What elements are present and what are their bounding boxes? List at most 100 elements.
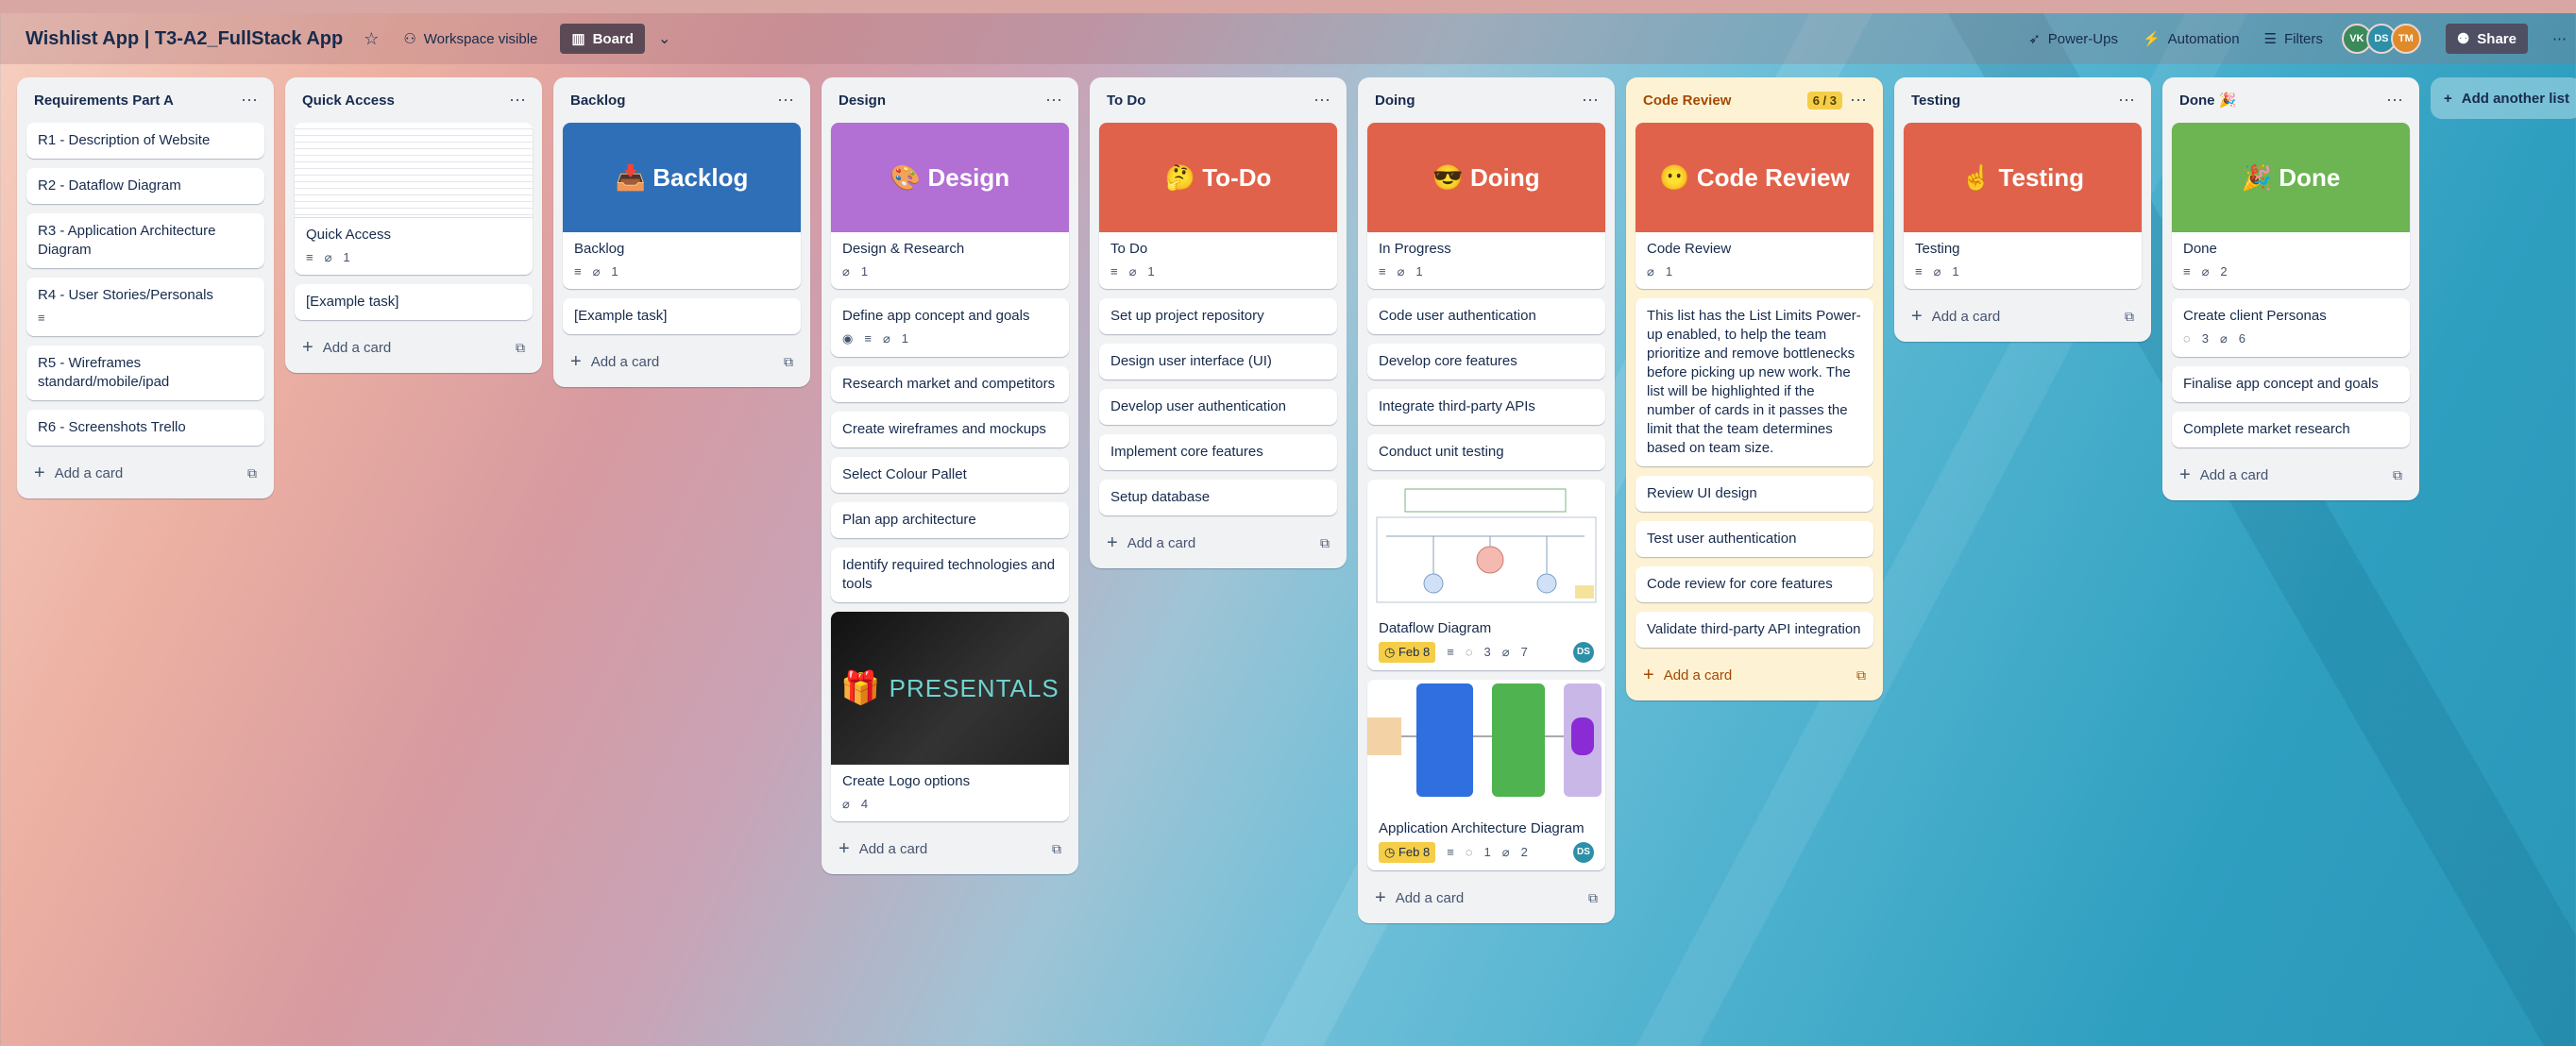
card-member-avatar[interactable]: DS (1573, 842, 1594, 863)
card[interactable]: Conduct unit testing (1367, 434, 1605, 470)
avatar[interactable]: TM (2390, 24, 2421, 54)
card[interactable]: [Example task] (295, 284, 533, 320)
power-ups-button[interactable]: ➶ Power-Ups (2028, 30, 2118, 48)
card[interactable]: 🤔 To-Do To Do ≡ ⌀ 1 (1099, 123, 1337, 289)
card[interactable]: This list has the List Limits Power-up e… (1635, 298, 1873, 466)
list-menu-icon[interactable]: ⋯ (2118, 91, 2136, 110)
card[interactable]: Application Architecture Diagram ◷ Feb 8… (1367, 680, 1605, 870)
card[interactable]: Implement core features (1099, 434, 1337, 470)
card[interactable]: R3 - Application Architecture Diagram (26, 213, 264, 268)
card[interactable]: R4 - User Stories/Personals ≡ (26, 278, 264, 336)
list-menu-icon[interactable]: ⋯ (1850, 91, 1868, 110)
card[interactable]: R5 - Wireframes standard/mobile/ipad (26, 346, 264, 400)
card[interactable]: Validate third-party API integration (1635, 612, 1873, 648)
due-date-badge[interactable]: ◷ Feb 8 (1379, 842, 1436, 863)
list-menu-icon[interactable]: ⋯ (2386, 91, 2404, 110)
add-card-button[interactable]: + Add a card (1643, 665, 1732, 686)
add-card-button[interactable]: + Add a card (2179, 464, 2268, 486)
add-card-button[interactable]: + Add a card (34, 463, 123, 484)
card[interactable]: Create wireframes and mockups (831, 412, 1069, 447)
template-icon[interactable]: ⧉ (247, 465, 257, 481)
add-card-button[interactable]: + Add a card (570, 351, 659, 373)
card[interactable]: 🎨 Design Design & Research ⌀ 1 (831, 123, 1069, 289)
list-title[interactable]: Requirements Part A (34, 93, 174, 109)
template-icon[interactable]: ⧉ (1856, 667, 1866, 683)
board-title[interactable]: Wishlist App | T3-A2_FullStack App (25, 28, 343, 50)
chevron-down-icon[interactable]: ⌄ (658, 29, 670, 48)
list-title[interactable]: Quick Access (302, 93, 395, 109)
card[interactable]: 🎁 PRESENTALS Create Logo options ⌀ 4 (831, 612, 1069, 821)
card[interactable]: Identify required technologies and tools (831, 548, 1069, 602)
card[interactable]: Define app concept and goals ◉ ≡ ⌀ 1 (831, 298, 1069, 357)
card[interactable]: R2 - Dataflow Diagram (26, 168, 264, 204)
card[interactable]: Develop user authentication (1099, 389, 1337, 425)
card[interactable]: Select Colour Pallet (831, 457, 1069, 493)
card[interactable]: Research market and competitors (831, 366, 1069, 402)
template-icon[interactable]: ⧉ (2393, 467, 2402, 483)
card[interactable]: [Example task] (563, 298, 801, 334)
card-title: Quick Access (306, 227, 392, 243)
card[interactable]: Complete market research (2172, 412, 2410, 447)
list-menu-icon[interactable]: ⋯ (241, 91, 259, 110)
list-menu-icon[interactable]: ⋯ (1313, 91, 1331, 110)
card[interactable]: Quick Access ≡ ⌀ 1 (295, 123, 533, 275)
add-card-button[interactable]: + Add a card (1911, 306, 2000, 328)
card-title: Implement core features (1110, 444, 1263, 460)
list-menu-icon[interactable]: ⋯ (777, 91, 795, 110)
card[interactable]: Code user authentication (1367, 298, 1605, 334)
list-title[interactable]: Doing (1375, 93, 1415, 109)
card[interactable]: Create client Personas ◌ 3 ⌀ 6 (2172, 298, 2410, 357)
card[interactable]: Design user interface (UI) (1099, 344, 1337, 380)
card[interactable]: Set up project repository (1099, 298, 1337, 334)
card-member-avatar[interactable]: DS (1573, 642, 1594, 663)
add-card-button[interactable]: + Add a card (839, 838, 927, 860)
card[interactable]: 😎 Doing In Progress ≡ ⌀ 1 (1367, 123, 1605, 289)
share-button[interactable]: ⚉ Share (2445, 24, 2528, 54)
template-icon[interactable]: ⧉ (1320, 535, 1330, 551)
automation-button[interactable]: ⚡ Automation (2143, 30, 2240, 48)
add-card-button[interactable]: + Add a card (302, 337, 391, 359)
card[interactable]: Review UI design (1635, 476, 1873, 512)
list-title[interactable]: Done 🎉 (2179, 92, 2236, 109)
list-title[interactable]: Code Review (1643, 93, 1731, 109)
attachment-icon: ⌀ (1647, 264, 1654, 278)
card[interactable]: Dataflow Diagram ◷ Feb 8 ≡ ◌ 3 ⌀ 7 DS (1367, 480, 1605, 670)
card[interactable]: Setup database (1099, 480, 1337, 515)
member-avatars[interactable]: VK DS TM (2341, 24, 2421, 54)
template-icon[interactable]: ⧉ (1052, 841, 1061, 857)
card[interactable]: Code review for core features (1635, 566, 1873, 602)
template-icon[interactable]: ⧉ (2125, 309, 2134, 325)
due-date-badge[interactable]: ◷ Feb 8 (1379, 642, 1436, 663)
card[interactable]: Integrate third-party APIs (1367, 389, 1605, 425)
clock-icon: ◷ (1384, 845, 1398, 859)
add-card-button[interactable]: + Add a card (1107, 532, 1195, 554)
card[interactable]: R1 - Description of Website (26, 123, 264, 159)
card[interactable]: Test user authentication (1635, 521, 1873, 557)
list-title[interactable]: Testing (1911, 93, 1960, 109)
list-title[interactable]: Design (839, 93, 886, 109)
star-icon[interactable]: ☆ (364, 29, 379, 49)
list-menu-icon[interactable]: ⋯ (1582, 91, 1600, 110)
add-list-button[interactable]: + Add another list (2431, 77, 2576, 119)
template-icon[interactable]: ⧉ (516, 340, 525, 356)
board-view-button[interactable]: ▥ Board (560, 24, 645, 54)
template-icon[interactable]: ⧉ (784, 354, 793, 370)
list-menu-icon[interactable]: ⋯ (1045, 91, 1063, 110)
list-title[interactable]: Backlog (570, 93, 625, 109)
template-icon[interactable]: ⧉ (1588, 890, 1598, 906)
list-title[interactable]: To Do (1107, 93, 1145, 109)
card[interactable]: 🎉 Done Done ≡ ⌀ 2 (2172, 123, 2410, 289)
add-card-button[interactable]: + Add a card (1375, 887, 1464, 909)
card[interactable]: 📥 Backlog Backlog ≡ ⌀ 1 (563, 123, 801, 289)
card[interactable]: Plan app architecture (831, 502, 1069, 538)
card[interactable]: Finalise app concept and goals (2172, 366, 2410, 402)
workspace-visibility-button[interactable]: ⚇ Workspace visible (403, 30, 537, 48)
list-menu-icon[interactable]: ⋯ (509, 91, 527, 110)
card[interactable]: ☝ Testing Testing ≡ ⌀ 1 (1904, 123, 2142, 289)
card[interactable]: 😶 Code Review Code Review ⌀ 1 (1635, 123, 1873, 289)
add-card-row: + Add a card ⧉ (1904, 298, 2142, 334)
more-icon[interactable]: ⋯ (2552, 30, 2567, 47)
card[interactable]: R6 - Screenshots Trello (26, 410, 264, 446)
filters-button[interactable]: ☰ Filters (2264, 30, 2323, 48)
card[interactable]: Develop core features (1367, 344, 1605, 380)
